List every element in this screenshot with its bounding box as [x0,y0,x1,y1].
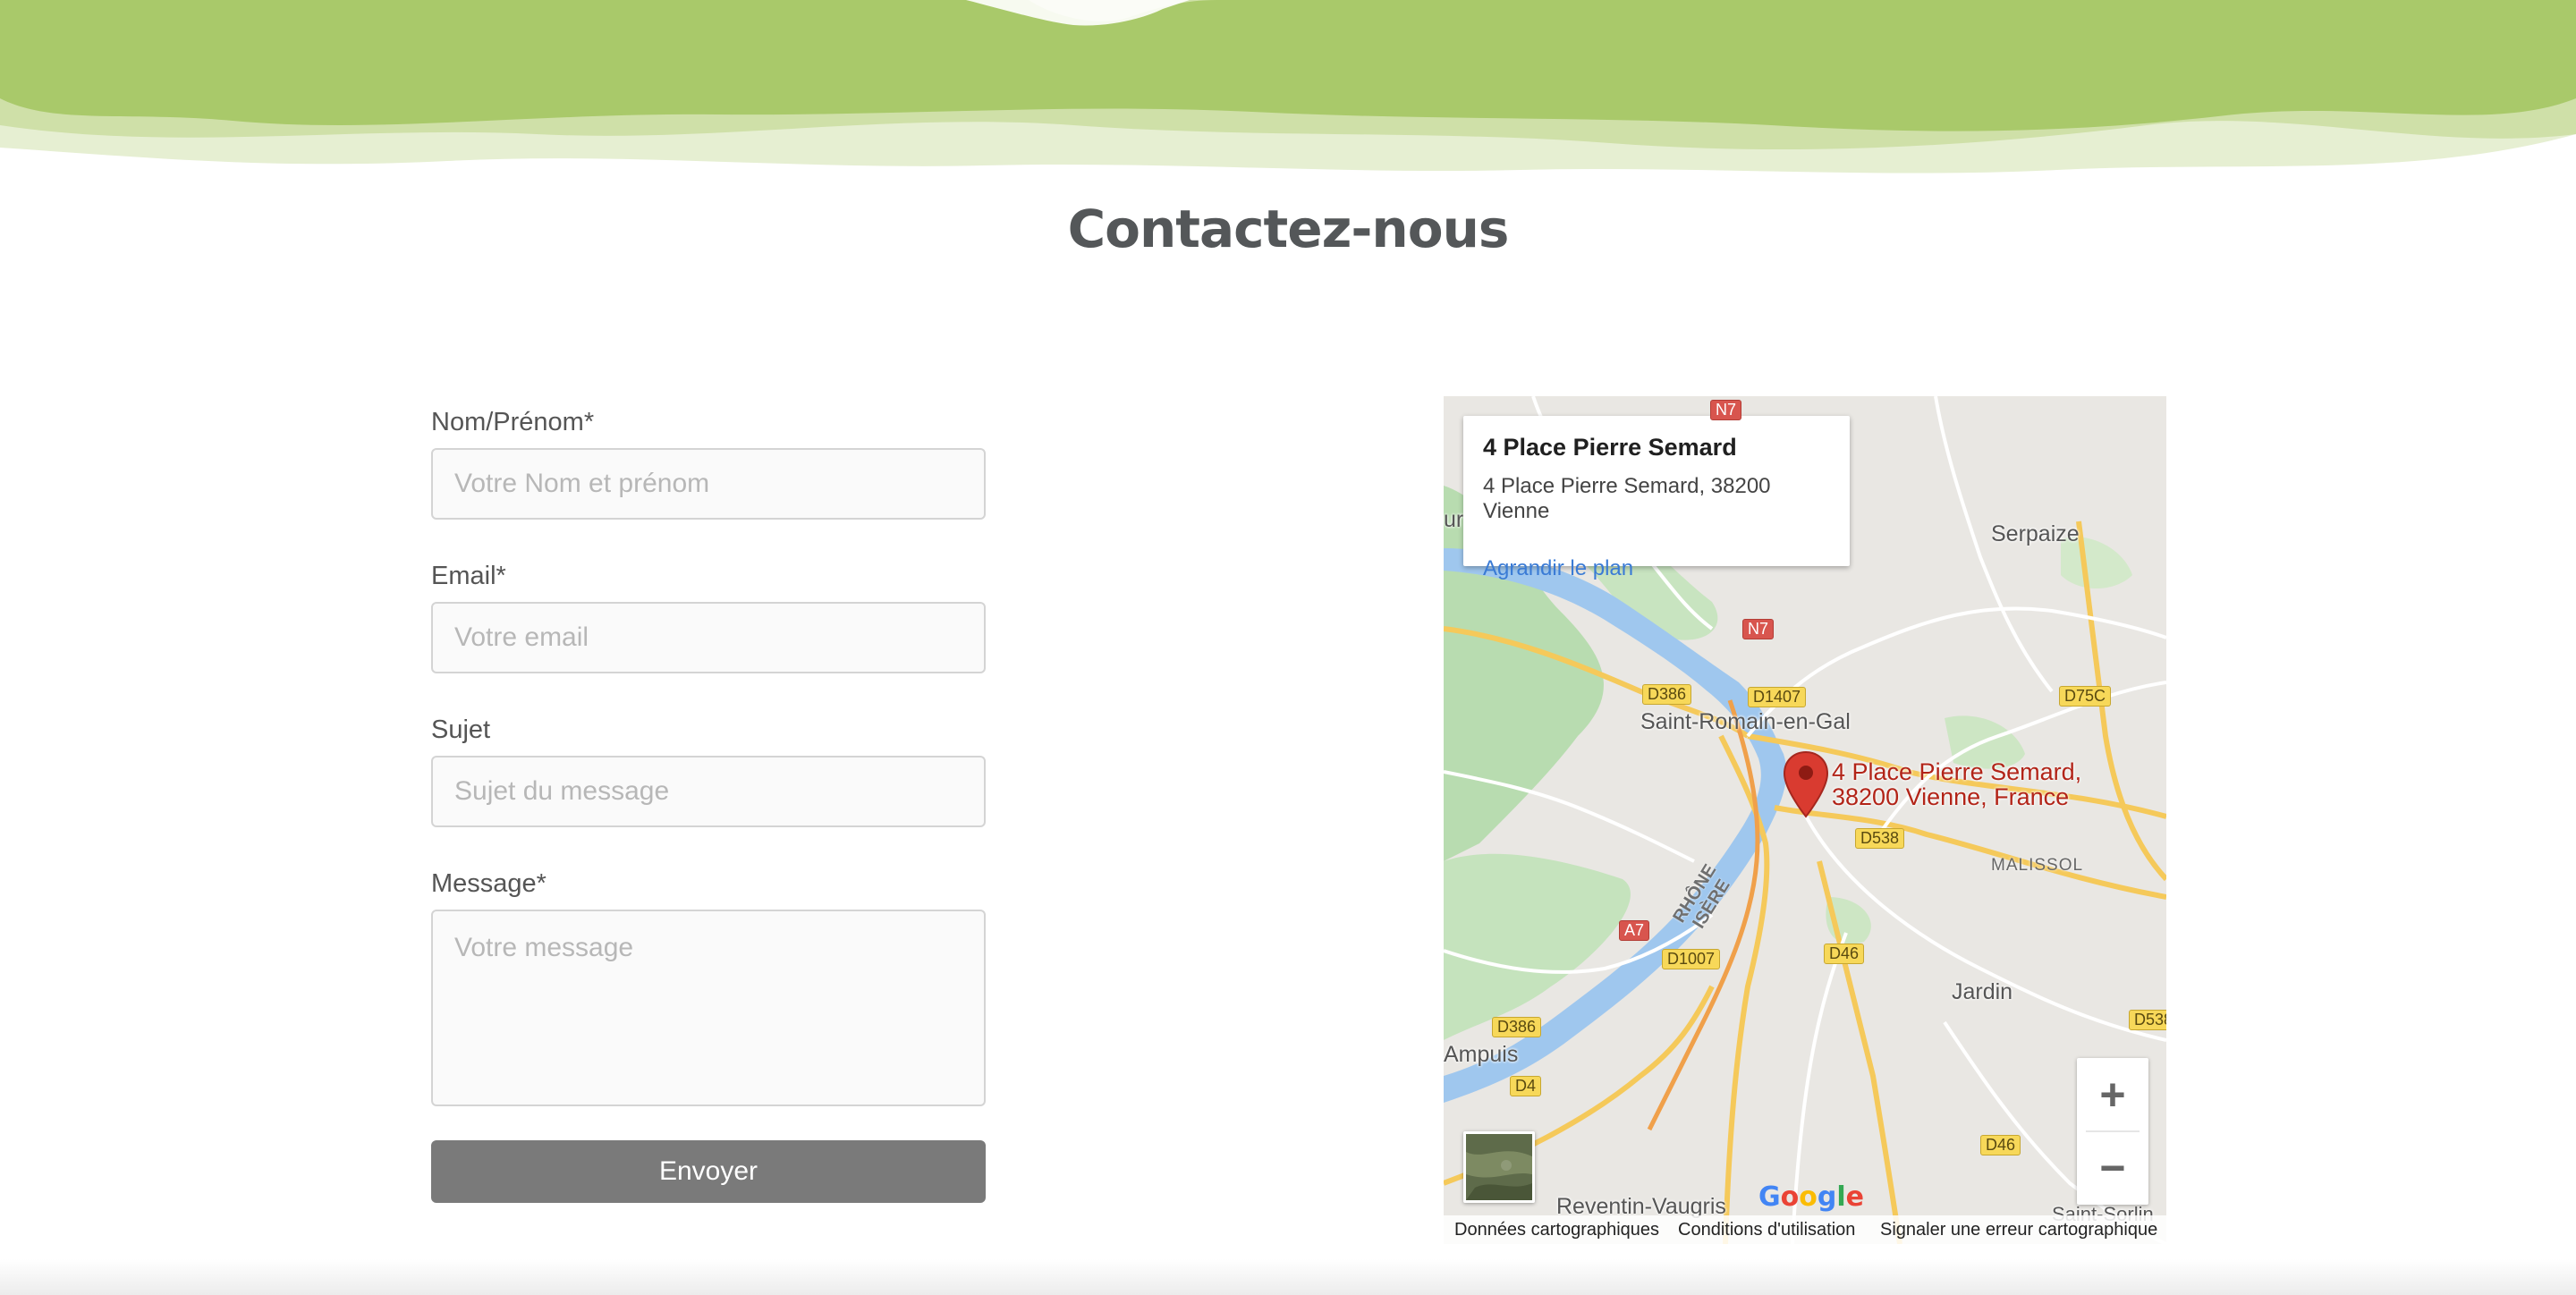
subject-field-group: Sujet [431,715,986,827]
map-info-card: 4 Place Pierre Semard 4 Place Pierre Sem… [1463,416,1850,580]
email-label: Email* [431,562,506,590]
map-pin-icon[interactable] [1782,750,1830,818]
map-data-link[interactable]: Données cartographiques [1454,1215,1659,1244]
place-label-serpaize: Serpaize [1991,521,2080,546]
road-shield-d538: D538 [1855,828,1905,849]
google-letter-g2: g [1817,1181,1837,1213]
road-shield-d538-b: D538 [2129,1010,2166,1030]
zoom-in-button[interactable]: + [2077,1058,2148,1131]
google-letter-e: e [1845,1181,1865,1213]
info-card-address: 4 Place Pierre Semard, 38200 Vienne [1483,474,1771,523]
place-label-jardin: Jardin [1952,979,2013,1004]
google-logo: Google [1758,1181,1864,1213]
place-label-ampuis: Ampuis [1444,1042,1519,1067]
road-shield-d1407: D1407 [1748,687,1807,707]
zoom-control: + − [2077,1058,2148,1205]
road-shield-a7: A7 [1619,920,1650,941]
map-footer: Données cartographiques Conditions d'uti… [1444,1215,2166,1244]
google-letter-g: G [1758,1181,1781,1213]
place-label-edge: ur [1444,507,1464,532]
subject-label: Sujet [431,715,491,744]
pin-label-line1: 4 Place Pierre Semard, [1832,758,2082,785]
message-field-group: Message* [431,868,986,1106]
name-field-group: Nom/Prénom* [431,407,986,520]
email-input[interactable] [431,602,986,673]
google-letter-l: l [1836,1181,1846,1213]
wave-header-decoration [0,0,2576,174]
place-label-malissol: MALISSOL [1991,856,2084,875]
road-shield-d386-a: D386 [1642,684,1692,705]
map-report-link[interactable]: Signaler une erreur cartographique [1880,1215,2157,1244]
road-shield-d4: D4 [1510,1076,1542,1096]
pin-label-line2: 38200 Vienne, France [1832,783,2070,810]
subject-input[interactable] [431,756,986,827]
road-shield-d1007: D1007 [1662,949,1721,969]
map-terms-link[interactable]: Conditions d'utilisation [1678,1215,1855,1244]
road-shield-n7: N7 [1742,619,1775,639]
road-shield-d75c: D75C [2059,686,2112,707]
send-button[interactable]: Envoyer [431,1140,986,1203]
pin-label: 4 Place Pierre Semard, 38200 Vienne, Fra… [1832,759,2081,809]
road-shield-d386-b: D386 [1492,1017,1542,1037]
place-label-saint-romain: Saint-Romain-en-Gal [1640,709,1851,734]
name-input[interactable] [431,448,986,520]
road-shield-d46-b: D46 [1980,1135,2021,1155]
name-label: Nom/Prénom* [431,408,595,436]
zoom-out-button[interactable]: − [2077,1131,2148,1205]
road-shield-n7-top: N7 [1710,400,1742,420]
enlarge-map-link[interactable]: Agrandir le plan [1483,556,1830,581]
google-map[interactable]: 4 Place Pierre Semard 4 Place Pierre Sem… [1444,396,2166,1244]
satellite-toggle-button[interactable] [1463,1131,1535,1203]
message-textarea[interactable] [431,910,986,1106]
page-title: Contactez-nous [1067,199,1510,259]
google-letter-o2: o [1799,1181,1818,1213]
road-shield-d46-a: D46 [1824,944,1865,964]
google-letter-o1: o [1780,1181,1800,1213]
footer-shadow [0,1259,2576,1295]
email-field-group: Email* [431,561,986,673]
info-card-title: 4 Place Pierre Semard [1483,434,1737,461]
message-label: Message* [431,869,547,898]
satellite-thumbnail-icon [1466,1134,1532,1200]
